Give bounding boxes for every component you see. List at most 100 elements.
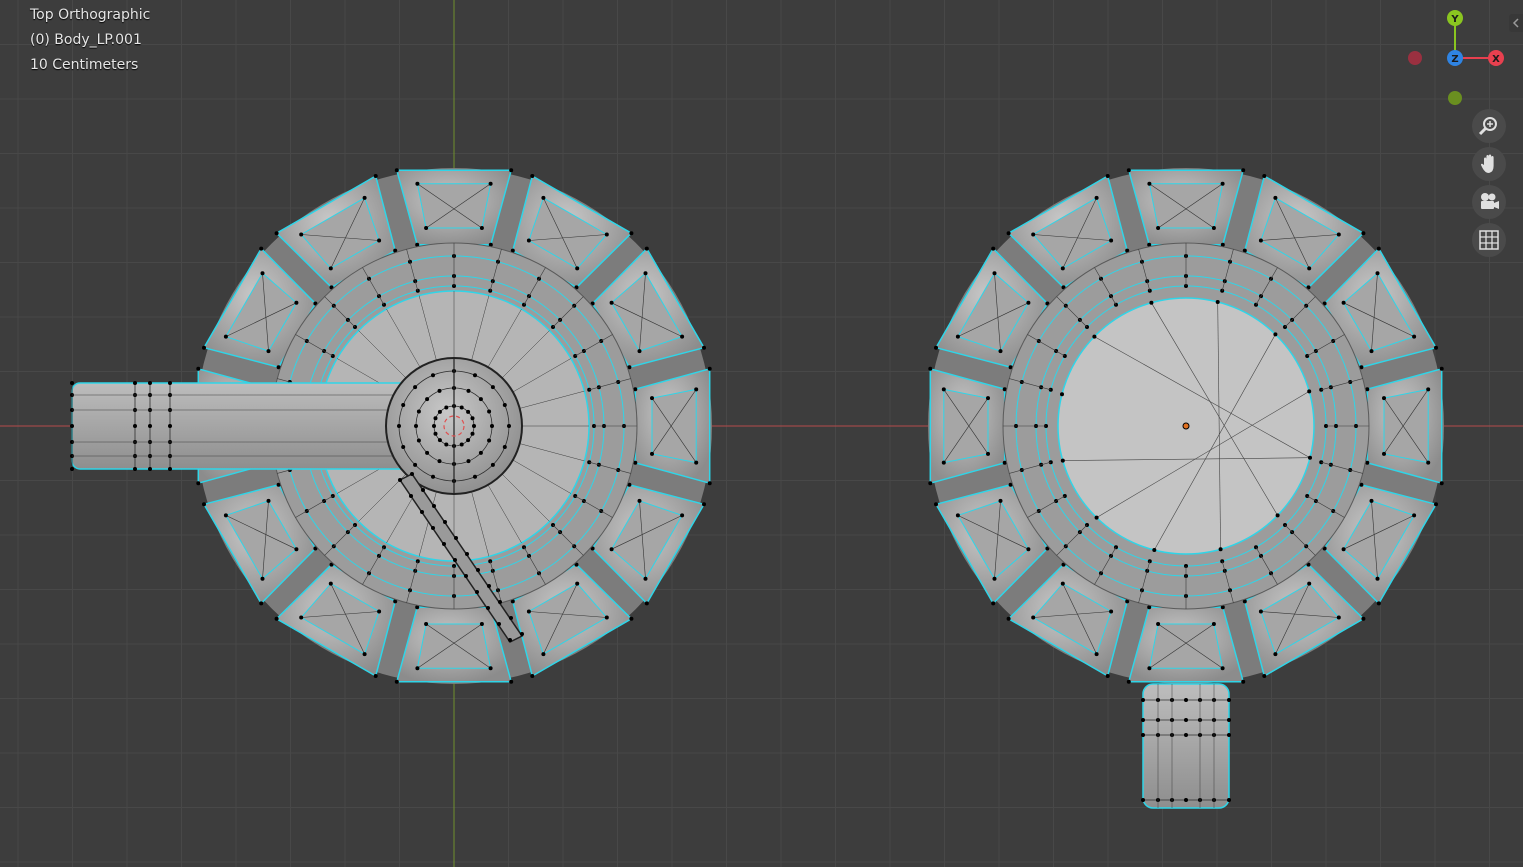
vertex (473, 373, 477, 378)
vertex (431, 373, 435, 378)
pad-inner-face (1383, 388, 1429, 464)
vertex (1375, 576, 1380, 581)
vertex (431, 474, 435, 479)
pad-inner-face (943, 388, 989, 464)
vertex (1094, 515, 1099, 520)
vertex (509, 168, 514, 173)
vertex (294, 300, 299, 305)
vertex (1439, 366, 1444, 371)
vertex (202, 502, 206, 507)
vertex (1434, 345, 1438, 350)
vertex (398, 478, 402, 482)
3d-viewport[interactable]: Top Orthographic (0) Body_LP.001 10 Cent… (0, 0, 1523, 867)
vertex (498, 600, 502, 604)
vertex (637, 349, 642, 354)
mesh-objects[interactable] (0, 0, 1523, 867)
pad-inner-face (1148, 623, 1224, 669)
pan-button[interactable] (1472, 147, 1506, 181)
vertex (433, 431, 438, 436)
vertex (1369, 349, 1374, 354)
mesh-body-right (928, 168, 1444, 809)
vertex (1031, 232, 1036, 237)
vertex (377, 238, 382, 243)
vertex (444, 405, 449, 410)
vertex (1375, 271, 1380, 276)
vertex (1147, 181, 1152, 186)
vertex (1156, 226, 1161, 230)
vertex (1184, 733, 1188, 737)
perspective-grid-icon (1479, 230, 1499, 250)
vertex (991, 246, 996, 251)
vertex (168, 381, 172, 385)
vertex (328, 581, 333, 586)
vertex (497, 622, 501, 626)
vertex (415, 666, 420, 671)
vertex (488, 181, 493, 186)
vertex (1094, 652, 1099, 657)
vertex (202, 345, 206, 350)
vertex (1147, 666, 1152, 671)
vertex (1105, 174, 1110, 178)
vertex (1220, 666, 1225, 671)
vertex (223, 334, 228, 339)
vertex (1336, 232, 1341, 237)
vertex (629, 231, 634, 236)
vertex (453, 558, 457, 562)
camera-view-button[interactable] (1472, 185, 1506, 219)
vertex (694, 460, 699, 465)
toggle-perspective-button[interactable] (1472, 223, 1506, 257)
vertex (454, 536, 458, 540)
vertex (644, 601, 649, 606)
vertex (604, 615, 609, 620)
vertex (1227, 733, 1231, 737)
vertex (1141, 718, 1145, 722)
pad-inner-face (651, 388, 697, 464)
vertex (992, 271, 997, 276)
vertex (650, 396, 654, 401)
vertex (1376, 601, 1381, 606)
vertex (425, 397, 430, 402)
gizmo-neg-x[interactable] (1408, 51, 1422, 65)
vertex (459, 442, 464, 447)
vertex (437, 388, 442, 393)
sidebar-toggle[interactable] (1509, 14, 1523, 32)
vertex (609, 547, 614, 552)
vertex (1141, 798, 1145, 802)
vertex (1184, 698, 1188, 702)
vertex (1273, 652, 1278, 657)
vertex (466, 388, 471, 393)
vertex (377, 609, 382, 614)
vertex (490, 424, 494, 428)
vertex (401, 403, 406, 407)
vertex (274, 231, 279, 236)
vertex (437, 409, 442, 414)
vertex (1141, 698, 1145, 702)
vertex (1218, 547, 1223, 552)
vertex (299, 232, 304, 237)
vertex (299, 615, 304, 620)
vertex (1156, 622, 1161, 626)
gizmo-neg-y[interactable] (1448, 91, 1462, 105)
vertex (476, 568, 480, 572)
vertex (1341, 300, 1346, 305)
zoom-button[interactable] (1472, 109, 1506, 143)
vertex (575, 266, 580, 271)
vertex (487, 584, 491, 588)
view-name-label: Top Orthographic (30, 7, 151, 23)
vertex (928, 481, 933, 486)
vertex (1126, 168, 1131, 173)
vertex (1341, 547, 1346, 552)
vertex (196, 366, 201, 371)
vertex (414, 424, 418, 428)
vertex (470, 416, 475, 421)
vertex (1273, 195, 1278, 200)
vertex (1307, 266, 1312, 271)
vertex (955, 513, 960, 518)
vertex (413, 385, 418, 390)
navigation-gizmo[interactable]: Y X Z (1400, 0, 1523, 120)
vertex (1275, 513, 1280, 518)
vertex (1258, 238, 1263, 243)
vertex (541, 195, 546, 200)
vertex (1361, 616, 1366, 621)
vertex (998, 498, 1003, 503)
